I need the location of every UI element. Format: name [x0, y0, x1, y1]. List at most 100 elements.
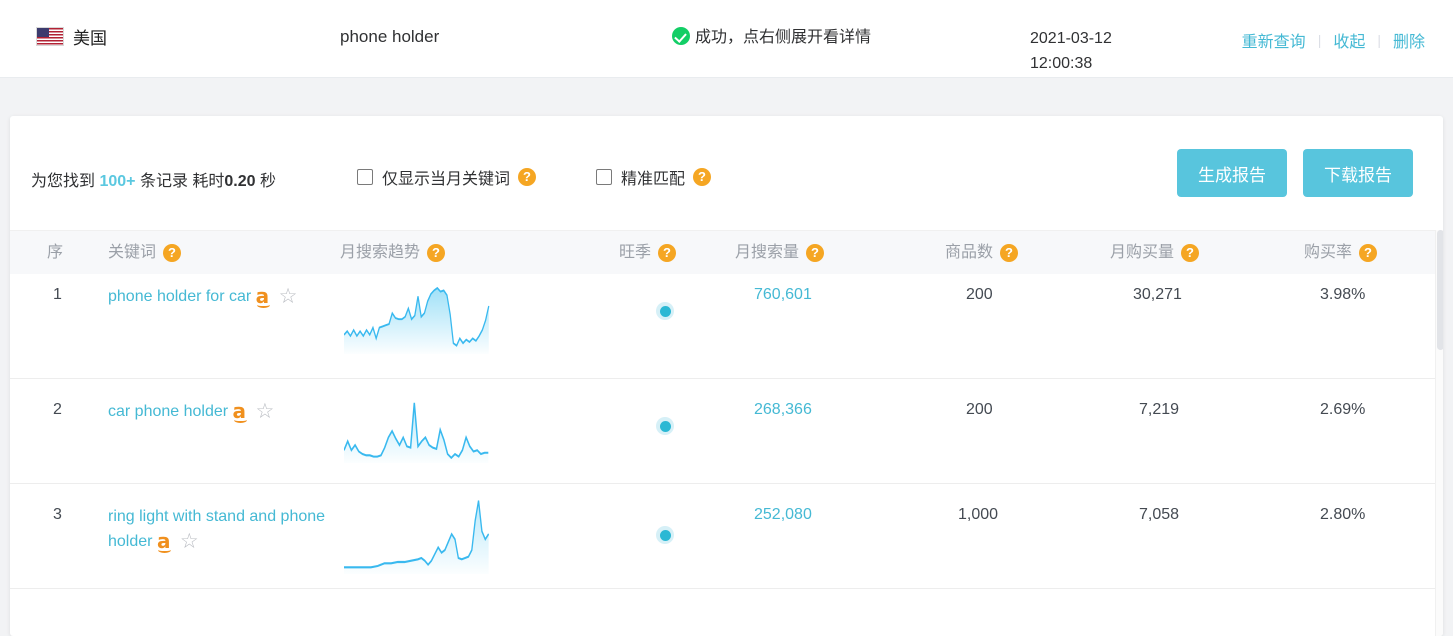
monthly-searches-value[interactable]: 252,080 — [754, 506, 812, 524]
column-header-peak-label: 旺季 — [619, 244, 652, 261]
peak-season-dot-icon — [656, 302, 674, 320]
column-header-products-label: 商品数 — [945, 244, 994, 261]
column-header-index: 序 — [47, 231, 69, 275]
summary-suffix: 秒 — [255, 173, 276, 190]
monthly-purchases-value: 7,219 — [1139, 401, 1180, 418]
column-header-searches-label: 月搜索量 — [735, 244, 800, 261]
country-indicator: 美国 — [36, 24, 107, 49]
amazon-logo-icon[interactable]: a — [256, 286, 270, 308]
report-buttons: 生成报告 下载报告 — [1177, 149, 1413, 197]
action-separator-2: | — [1377, 32, 1381, 48]
row-index: 1 — [53, 286, 62, 303]
result-header-bar: 美国 phone holder 成功，点右侧展开看详情 2021-03-12 1… — [0, 0, 1453, 78]
exact-match-help-icon[interactable]: ? — [693, 168, 712, 186]
table-row[interactable]: 3 ring light with stand and phone holder… — [10, 484, 1443, 589]
summary-count: 100+ — [99, 173, 136, 190]
us-flag-icon — [36, 27, 64, 46]
summary-prefix: 为您找到 — [31, 173, 100, 190]
amazon-logo-icon[interactable]: a — [157, 531, 171, 553]
trend-help-icon[interactable]: ? — [427, 244, 446, 262]
task-status-text: 成功，点右侧展开看详情 — [695, 29, 872, 46]
amazon-logo-icon[interactable]: a — [233, 401, 247, 423]
scrollbar-thumb[interactable] — [1437, 230, 1443, 350]
table-row[interactable]: 1 phone holder for car a ☆ 760,601 200 3… — [10, 274, 1443, 379]
monthly-searches-value[interactable]: 268,366 — [754, 401, 812, 419]
column-header-searches: 月搜索量 ? — [735, 231, 825, 275]
purchase-rate-value: 3.98% — [1320, 286, 1366, 303]
current-month-help-icon[interactable]: ? — [518, 168, 537, 186]
trend-sparkline-svg — [344, 286, 490, 354]
column-header-products: 商品数 ? — [945, 231, 1019, 275]
table-row[interactable]: 2 car phone holder a ☆ 268,366 200 7,219… — [10, 379, 1443, 484]
monthly-searches-value[interactable]: 760,601 — [754, 286, 812, 304]
keyword-link[interactable]: car phone holder — [108, 403, 228, 420]
exact-match-checkbox[interactable] — [596, 169, 612, 185]
product-count-value: 200 — [966, 286, 993, 303]
country-label: 美国 — [73, 29, 107, 48]
searches-help-icon[interactable]: ? — [806, 244, 825, 262]
task-timestamp: 2021-03-12 12:00:38 — [1030, 30, 1112, 72]
keyword-link[interactable]: ring light with stand and phone holder — [108, 508, 325, 550]
generate-report-button[interactable]: 生成报告 — [1177, 149, 1287, 197]
product-count-value: 1,000 — [958, 506, 999, 523]
current-month-checkbox[interactable] — [357, 169, 373, 185]
peak-season-dot-icon — [656, 526, 674, 544]
monthly-purchases-value: 30,271 — [1133, 286, 1182, 303]
searched-keyword: phone holder — [340, 27, 440, 46]
table-header-row: 序 关键词 ? 月搜索趋势 ? 旺季 ? 月搜索量 ? 商品数 ? 月购买量 ?… — [10, 230, 1443, 274]
keyword-link[interactable]: phone holder for car — [108, 288, 251, 305]
vertical-scrollbar[interactable] — [1435, 230, 1443, 636]
trend-sparkline — [344, 399, 492, 463]
column-header-trend: 月搜索趋势 ? — [340, 231, 446, 275]
trend-sparkline-svg — [344, 500, 490, 574]
filter-current-month[interactable]: 仅显示当月关键词 ? — [357, 165, 537, 189]
column-header-keyword-label: 关键词 — [108, 244, 157, 261]
summary-elapsed: 0.20 — [224, 173, 256, 190]
column-header-keyword: 关键词 ? — [108, 231, 182, 275]
trend-sparkline — [344, 494, 492, 574]
product-count-value: 200 — [966, 401, 993, 418]
requery-link[interactable]: 重新查询 — [1242, 28, 1306, 52]
column-header-peak: 旺季 ? — [619, 231, 677, 275]
action-separator-1: | — [1317, 32, 1322, 48]
purchases-help-icon[interactable]: ? — [1181, 244, 1200, 262]
row-index: 2 — [53, 401, 62, 418]
row-index: 3 — [53, 506, 62, 523]
favorite-star-icon[interactable]: ☆ — [256, 401, 275, 422]
collapse-link[interactable]: 收起 — [1333, 28, 1365, 52]
delete-link[interactable]: 删除 — [1393, 28, 1425, 52]
exact-match-label: 精准匹配 — [621, 171, 686, 188]
summary-mid: 条记录 耗时 — [135, 173, 225, 190]
results-toolbar: 为您找到 100+ 条记录 耗时0.20 秒 仅显示当月关键词 ? 精准匹配 ?… — [10, 116, 1443, 230]
peak-season-indicator — [656, 302, 674, 320]
result-summary: 为您找到 100+ 条记录 耗时0.20 秒 — [31, 167, 276, 191]
trend-sparkline-svg — [344, 402, 489, 463]
peak-season-indicator — [656, 417, 674, 435]
peak-season-dot-icon — [656, 417, 674, 435]
column-header-purchases: 月购买量 ? — [1110, 231, 1200, 275]
column-header-index-label: 序 — [47, 244, 64, 261]
results-card: 为您找到 100+ 条记录 耗时0.20 秒 仅显示当月关键词 ? 精准匹配 ?… — [10, 116, 1443, 636]
peak-help-icon[interactable]: ? — [658, 244, 677, 262]
rate-help-icon[interactable]: ? — [1359, 244, 1378, 262]
download-report-button[interactable]: 下载报告 — [1303, 149, 1413, 197]
peak-season-indicator — [656, 526, 674, 544]
purchase-rate-value: 2.80% — [1320, 506, 1366, 523]
purchase-rate-value: 2.69% — [1320, 401, 1366, 418]
column-header-trend-label: 月搜索趋势 — [340, 244, 421, 261]
monthly-purchases-value: 7,058 — [1139, 506, 1180, 523]
column-header-rate-label: 购买率 — [1304, 244, 1353, 261]
favorite-star-icon[interactable]: ☆ — [180, 531, 199, 552]
trend-sparkline — [344, 282, 492, 354]
favorite-star-icon[interactable]: ☆ — [279, 286, 298, 307]
products-help-icon[interactable]: ? — [1000, 244, 1019, 262]
column-header-purchases-label: 月购买量 — [1110, 244, 1175, 261]
header-actions: 重新查询 | 收起 | 删除 — [1242, 28, 1425, 52]
filter-exact-match[interactable]: 精准匹配 ? — [596, 165, 712, 189]
success-check-icon — [672, 27, 690, 45]
task-status: 成功，点右侧展开看详情 — [672, 25, 872, 51]
table-body: 1 phone holder for car a ☆ 760,601 200 3… — [10, 274, 1443, 589]
current-month-label: 仅显示当月关键词 — [382, 171, 511, 188]
column-header-rate: 购买率 ? — [1304, 231, 1378, 275]
keyword-help-icon[interactable]: ? — [163, 244, 182, 262]
